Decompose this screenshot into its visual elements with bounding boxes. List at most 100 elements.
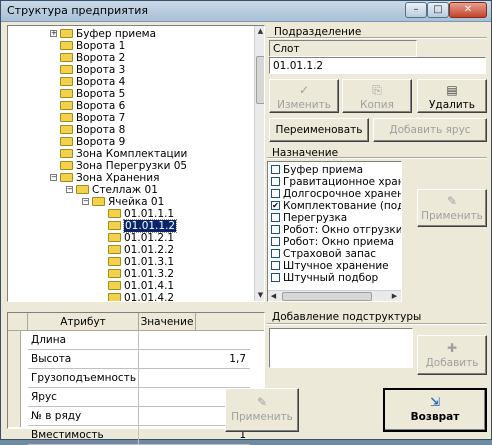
checkbox[interactable] (271, 236, 280, 246)
tree-item-label: Стеллаж 01 (92, 184, 158, 196)
tree-item-label: Ворота 8 (76, 124, 126, 136)
collapse-icon[interactable]: − (82, 197, 89, 205)
tree-item-label: 01.01.2.2 (124, 244, 175, 256)
tree-item[interactable]: 01.01.4.2 (98, 292, 174, 301)
tree-item[interactable]: Ворота 2 (50, 52, 125, 64)
tree-item[interactable]: − Зона Хранения (50, 172, 159, 184)
tree-item-label: Ворота 4 (76, 76, 126, 88)
tree-item[interactable]: Ворота 9 (50, 136, 125, 148)
purpose-checkbox-item[interactable]: Долгосрочное хранени (271, 188, 401, 200)
maximize-button[interactable]: □ (427, 2, 449, 18)
tree-item[interactable]: 01.01.2.2 (98, 244, 174, 256)
purpose-checkbox-item[interactable]: ✔ Комплектование (подб (271, 200, 402, 212)
attribute-value[interactable]: 1,7 (229, 353, 246, 365)
purpose-checkbox-item[interactable]: Робот: Окно отгрузки (271, 224, 401, 236)
checkbox[interactable]: ✔ (271, 200, 280, 210)
tree-item-label: 01.01.4.1 (124, 280, 175, 292)
folder-icon (60, 88, 73, 98)
table-row[interactable]: № в ряду2 (28, 407, 250, 426)
return-button[interactable]: ⇲ Возврат (383, 388, 487, 432)
tree-item[interactable]: − Стеллаж 01 (66, 184, 158, 196)
pencil-icon: ✎ (446, 194, 458, 208)
purpose-checkbox-item[interactable]: Гравитационное хране (271, 176, 402, 188)
tree-item[interactable]: Ворота 6 (50, 100, 125, 112)
tree-item[interactable]: Зона Перегрузки 05 (50, 160, 187, 172)
scroll-down-arrow-icon[interactable]: ▼ (255, 290, 264, 301)
collapse-icon[interactable]: − (50, 173, 57, 181)
tree-item[interactable]: 01.01.2.1 (98, 232, 174, 244)
scroll-thumb[interactable] (282, 292, 372, 301)
checkbox[interactable] (271, 164, 280, 174)
checkbox[interactable] (271, 272, 280, 282)
minimize-button[interactable]: – (405, 2, 427, 18)
attribute-name: Длина (31, 334, 67, 346)
add-substructure-button[interactable]: ✚ Добавить (417, 335, 487, 375)
purpose-checkbox-item[interactable]: Штучный подбор (271, 272, 378, 284)
structure-tree[interactable]: + Буфер приема Ворота 1 Ворота 2 Ворота 3 Вор… (7, 25, 265, 302)
tree-item[interactable]: Ворота 4 (50, 76, 125, 88)
window-title: Структура предприятия (7, 4, 149, 17)
table-row[interactable]: Грузоподъемность (28, 369, 250, 388)
checkbox[interactable] (271, 212, 280, 222)
scroll-left-arrow-icon[interactable]: ◀ (268, 291, 279, 301)
rename-button[interactable]: Переименовать (269, 118, 369, 142)
column-header-value[interactable]: Значение (139, 313, 196, 331)
tree-item[interactable]: − Ячейка 01 (82, 196, 164, 208)
tree-item[interactable]: 01.01.4.1 (98, 280, 174, 292)
tree-item-label: Буфер приема (76, 28, 157, 40)
purpose-checkbox-item[interactable]: Штучное хранение (271, 260, 389, 272)
tree-item[interactable]: Ворота 7 (50, 112, 125, 124)
checkbox-label: Страховой запас (283, 248, 377, 260)
tree-item[interactable]: 01.01.3.1 (98, 256, 174, 268)
checkbox[interactable] (271, 224, 280, 234)
checkbox-label: Гравитационное хране (283, 176, 402, 188)
cell-separator (138, 426, 139, 444)
tree-item[interactable]: Ворота 3 (50, 64, 125, 76)
add-tier-button[interactable]: Добавить ярус (373, 118, 487, 142)
column-header-attribute[interactable]: Атрибут (28, 313, 139, 331)
tree-item[interactable]: 01.01.3.2 (98, 268, 174, 280)
close-button[interactable]: ✕ (449, 2, 487, 18)
tree-item[interactable]: Ворота 1 (50, 40, 125, 52)
checkbox[interactable] (271, 176, 280, 186)
tree-item[interactable]: 01.01.1.2 (98, 219, 178, 233)
check-icon: ✓ (298, 83, 310, 97)
expand-icon[interactable]: + (50, 29, 57, 37)
purpose-checklist[interactable]: Буфер приема Гравитационное хране Долгосро… (267, 161, 402, 302)
scroll-up-arrow-icon[interactable]: ▲ (255, 26, 264, 37)
purpose-checkbox-item[interactable]: Робот: Окно приема (271, 236, 394, 248)
checkbox-label: Комплектование (подб (283, 200, 402, 212)
purpose-apply-button[interactable]: ✎ Применить (417, 189, 487, 227)
purpose-checkbox-item[interactable]: Страховой запас (271, 248, 376, 260)
change-button[interactable]: ✓ Изменить (269, 79, 339, 113)
column-header-empty (196, 313, 264, 331)
tree-item[interactable]: + Буфер приема (50, 28, 156, 40)
table-row[interactable]: Вместимость 1 (28, 426, 250, 445)
collapse-icon[interactable]: − (66, 185, 73, 193)
checkbox[interactable] (271, 248, 280, 258)
footer-apply-button[interactable]: ✎ Применить (225, 388, 299, 432)
scroll-thumb[interactable] (256, 56, 264, 104)
table-row[interactable]: Высота 1,7 (28, 350, 250, 369)
delete-button[interactable]: ▤ Удалить (417, 79, 487, 113)
unit-code-input[interactable]: 01.01.1.2 (269, 57, 486, 74)
purpose-checkbox-item[interactable]: Буфер приема (271, 164, 363, 176)
purpose-checkbox-item[interactable]: Перегрузка (271, 212, 347, 224)
table-row[interactable]: Длина (28, 331, 250, 350)
table-row[interactable]: Ярус1 (28, 388, 250, 407)
tree-vertical-scrollbar[interactable]: ▲ ▼ (254, 26, 264, 301)
copy-button[interactable]: ⎘ Копия (342, 79, 412, 113)
tree-item[interactable]: Ворота 8 (50, 124, 125, 136)
tree-item-label: Ворота 9 (76, 136, 126, 148)
tree-item[interactable]: Зона Комплектации (50, 148, 187, 160)
scroll-right-arrow-icon[interactable]: ▶ (389, 291, 400, 301)
folder-icon (108, 244, 121, 254)
tree-item[interactable]: Ворота 5 (50, 88, 125, 100)
purpose-horizontal-scrollbar[interactable]: ◀ ▶ (268, 290, 401, 301)
title-bar[interactable]: Структура предприятия – □ ✕ (1, 1, 491, 22)
substructure-input[interactable] (269, 328, 413, 368)
checkbox[interactable] (271, 188, 280, 198)
checkbox[interactable] (271, 260, 280, 270)
checkbox-label: Штучное хранение (283, 260, 389, 272)
tree-item[interactable]: 01.01.1.1 (98, 208, 174, 220)
